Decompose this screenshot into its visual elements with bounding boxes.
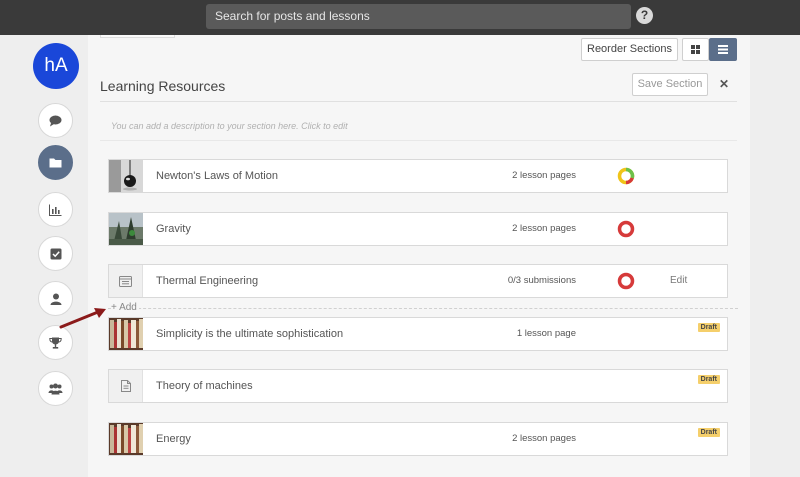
draft-badge: Draft <box>697 323 720 332</box>
lesson-title[interactable]: Theory of machines <box>156 370 253 402</box>
users-icon <box>48 383 63 394</box>
lesson-thumbnail-books <box>109 318 143 350</box>
lesson-thumbnail-pendulum <box>109 160 143 192</box>
grid-view-button[interactable] <box>682 38 709 61</box>
search-input[interactable]: Search for posts and lessons <box>206 4 631 29</box>
draft-badge: Draft <box>697 428 720 437</box>
add-divider <box>108 308 738 309</box>
lesson-row[interactable]: Energy 2 lesson pages Draft <box>108 422 728 456</box>
lesson-row[interactable]: Simplicity is the ultimate sophisticatio… <box>108 317 728 351</box>
assignment-icon <box>109 265 143 297</box>
lesson-title[interactable]: Thermal Engineering <box>156 265 258 297</box>
lesson-thumbnail-books <box>109 423 143 455</box>
grid-icon <box>691 45 700 54</box>
trophy-icon <box>49 337 62 349</box>
lesson-count: 1 lesson page <box>516 328 576 339</box>
lesson-row[interactable]: Thermal Engineering 0/3 submissions Edit <box>108 264 728 298</box>
section-title[interactable]: Learning Resources <box>100 78 225 94</box>
close-icon[interactable]: ✕ <box>719 77 729 91</box>
save-section-button[interactable]: Save Section <box>632 73 708 96</box>
folder-icon <box>49 158 62 168</box>
section-tab-stub <box>100 35 175 38</box>
sidebar-item-reports[interactable] <box>38 192 73 227</box>
progress-ring-icon <box>617 167 635 185</box>
lesson-title[interactable]: Gravity <box>156 213 191 245</box>
user-icon <box>50 293 61 305</box>
bar-chart-icon <box>49 204 62 216</box>
lesson-thumbnail-tree <box>109 213 143 245</box>
lesson-count: 2 lesson pages <box>512 170 576 181</box>
list-view-button[interactable] <box>709 38 737 61</box>
top-bar: Search for posts and lessons ? <box>0 0 800 35</box>
lesson-title[interactable]: Energy <box>156 423 191 455</box>
sidebar-item-resources[interactable] <box>38 145 73 180</box>
reorder-sections-button[interactable]: Reorder Sections <box>581 38 678 61</box>
lesson-count: 2 lesson pages <box>512 433 576 444</box>
sidebar-item-tasks[interactable] <box>38 236 73 271</box>
title-divider <box>100 101 737 102</box>
annotation-arrow-icon <box>59 308 106 329</box>
sidebar-item-messages[interactable] <box>38 103 73 138</box>
lesson-title[interactable]: Newton's Laws of Motion <box>156 160 278 192</box>
lesson-row[interactable]: Newton's Laws of Motion 2 lesson pages <box>108 159 728 193</box>
checkbox-icon <box>50 248 61 259</box>
add-button[interactable]: + Add <box>111 302 139 313</box>
help-icon[interactable]: ? <box>636 7 653 24</box>
lesson-row[interactable]: Gravity 2 lesson pages <box>108 212 728 246</box>
comment-icon <box>49 115 62 126</box>
draft-badge: Draft <box>697 375 720 384</box>
edit-link[interactable]: Edit <box>670 265 687 297</box>
sidebar-item-achievements[interactable] <box>38 325 73 360</box>
description-divider <box>100 140 737 141</box>
submission-count: 0/3 submissions <box>507 275 576 286</box>
lesson-row[interactable]: Theory of machines Draft <box>108 369 728 403</box>
avatar[interactable]: hA <box>33 43 79 89</box>
section-description[interactable]: You can add a description to your sectio… <box>111 121 348 131</box>
sidebar-item-groups[interactable] <box>38 371 73 406</box>
not-started-ring-icon <box>617 220 635 238</box>
list-icon <box>718 45 728 54</box>
lesson-title[interactable]: Simplicity is the ultimate sophisticatio… <box>156 318 343 350</box>
lesson-count: 2 lesson pages <box>512 223 576 234</box>
not-started-ring-icon <box>617 272 635 290</box>
document-icon <box>109 370 143 402</box>
